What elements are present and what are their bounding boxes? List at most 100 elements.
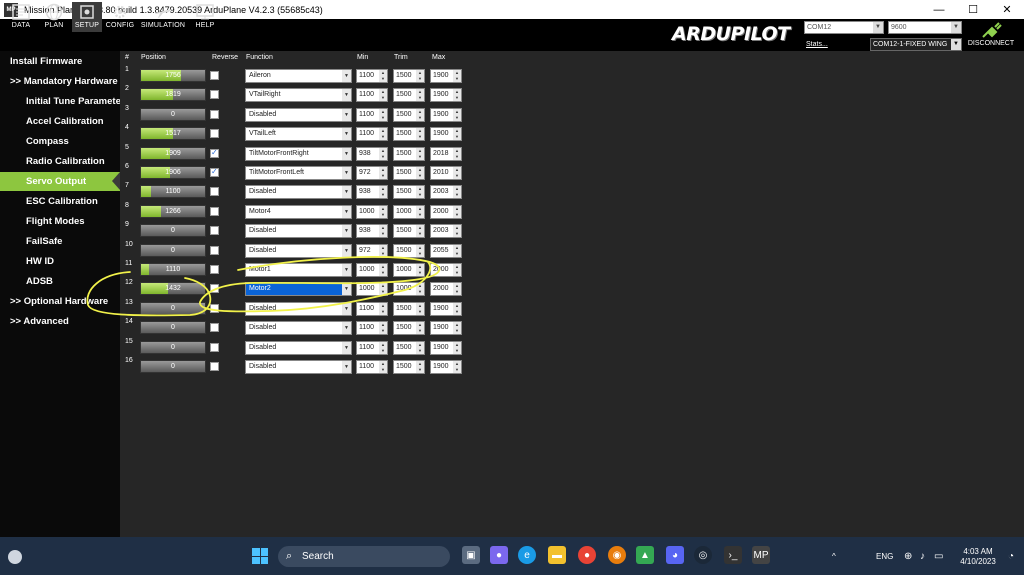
servo-min-input[interactable]: 938 ▲ ▼ — [356, 146, 388, 161]
mission-planner-icon[interactable]: MP — [752, 546, 770, 564]
sidebar-item-mandatory-hardware[interactable]: >> Mandatory Hardware — [0, 72, 120, 91]
spinner-icon[interactable]: ▲ ▼ — [379, 341, 387, 354]
servo-min-input[interactable]: 1100 ▲ ▼ — [356, 107, 388, 122]
sidebar-item-flight-modes[interactable]: Flight Modes — [0, 212, 120, 231]
toolbar-config-button[interactable]: CONFIG — [106, 2, 134, 32]
spinner-icon[interactable]: ▲ ▼ — [379, 167, 387, 179]
servo-reverse-checkbox[interactable] — [210, 148, 219, 158]
servo-trim-input[interactable]: 1000 ▲ ▼ — [393, 204, 425, 219]
servo-reverse-checkbox[interactable] — [210, 284, 219, 294]
servo-trim-input[interactable]: 1500 ▲ ▼ — [393, 88, 425, 103]
spinner-icon[interactable]: ▲ ▼ — [453, 341, 461, 354]
show-hidden-icons-icon[interactable]: ^ — [832, 552, 836, 561]
servo-reverse-checkbox[interactable] — [210, 303, 219, 313]
servo-max-input[interactable]: 2003 ▲ ▼ — [430, 185, 462, 200]
sidebar-item-install-firmware[interactable]: Install Firmware — [0, 52, 120, 71]
sidebar-item-failsafe[interactable]: FailSafe — [0, 232, 120, 251]
sidebar-item-servo-output[interactable]: Servo Output — [0, 172, 120, 191]
spinner-icon[interactable]: ▲ ▼ — [416, 244, 424, 257]
servo-function-select[interactable]: VTailLeft ▼ — [245, 127, 352, 142]
servo-max-input[interactable]: 2003 ▲ ▼ — [430, 224, 462, 239]
spinner-icon[interactable]: ▲ ▼ — [379, 322, 387, 335]
notification-icon[interactable]: ◔ — [1008, 551, 1014, 562]
sidebar-item-radio-calibration[interactable]: Radio Calibration — [0, 152, 120, 171]
spinner-icon[interactable]: ▲ ▼ — [453, 167, 461, 179]
servo-max-input[interactable]: 1900 ▲ ▼ — [430, 107, 462, 122]
spinner-icon[interactable]: ▲ ▼ — [453, 302, 461, 315]
spinner-icon[interactable]: ▲ ▼ — [453, 264, 461, 276]
chrome-icon[interactable]: ● — [578, 546, 596, 564]
spinner-icon[interactable]: ▲ ▼ — [453, 283, 461, 296]
spinner-icon[interactable]: ▲ ▼ — [416, 186, 424, 199]
servo-reverse-checkbox[interactable] — [210, 129, 219, 139]
spinner-icon[interactable]: ▲ ▼ — [453, 205, 461, 218]
servo-max-input[interactable]: 2018 ▲ ▼ — [430, 146, 462, 161]
maximize-button[interactable]: ☐ — [956, 0, 990, 19]
language-indicator[interactable]: ENG — [876, 552, 893, 561]
servo-function-select[interactable]: TiltMotorFrontLeft ▼ — [245, 166, 352, 180]
servo-reverse-checkbox[interactable] — [210, 245, 219, 255]
servo-min-input[interactable]: 1000 ▲ ▼ — [356, 282, 388, 297]
discord-icon[interactable]: ◕ — [666, 546, 684, 564]
spinner-icon[interactable]: ▲ ▼ — [453, 244, 461, 257]
windows-start-icon[interactable] — [252, 548, 268, 564]
toolbar-data-button[interactable]: DATA — [8, 2, 34, 32]
servo-max-input[interactable]: 1900 ▲ ▼ — [430, 69, 462, 83]
spinner-icon[interactable]: ▲ ▼ — [453, 128, 461, 141]
servo-trim-input[interactable]: 1500 ▲ ▼ — [393, 224, 425, 239]
servo-max-input[interactable]: 2000 ▲ ▼ — [430, 282, 462, 297]
toolbar-plan-button[interactable]: PLAN — [40, 2, 68, 32]
spinner-icon[interactable]: ▲ ▼ — [416, 70, 424, 82]
servo-max-input[interactable]: 1900 ▲ ▼ — [430, 88, 462, 103]
stats-link[interactable]: Stats... — [806, 41, 828, 48]
spinner-icon[interactable]: ▲ ▼ — [416, 341, 424, 354]
spinner-icon[interactable]: ▲ ▼ — [453, 361, 461, 373]
servo-reverse-checkbox[interactable] — [210, 265, 219, 274]
servo-reverse-checkbox[interactable] — [210, 323, 219, 333]
servo-trim-input[interactable]: 1000 ▲ ▼ — [393, 282, 425, 297]
spinner-icon[interactable]: ▲ ▼ — [379, 186, 387, 199]
spinner-icon[interactable]: ▲ ▼ — [416, 147, 424, 160]
servo-reverse-checkbox[interactable] — [210, 167, 219, 177]
drive-icon[interactable]: ▲ — [636, 546, 654, 564]
spinner-icon[interactable]: ▲ ▼ — [416, 361, 424, 373]
servo-min-input[interactable]: 1000 ▲ ▼ — [356, 263, 388, 277]
servo-min-input[interactable]: 938 ▲ ▼ — [356, 185, 388, 200]
spinner-icon[interactable]: ▲ ▼ — [379, 264, 387, 276]
servo-trim-input[interactable]: 1500 ▲ ▼ — [393, 340, 425, 355]
sidebar-item-advanced[interactable]: >> Advanced — [0, 312, 120, 331]
baud-select[interactable]: 9600 ▼ — [888, 21, 962, 34]
servo-reverse-checkbox[interactable] — [210, 226, 219, 236]
spinner-icon[interactable]: ▲ ▼ — [379, 89, 387, 102]
spinner-icon[interactable]: ▲ ▼ — [453, 322, 461, 335]
toolbar-setup-button[interactable]: SETUP — [72, 2, 102, 32]
spinner-icon[interactable]: ▲ ▼ — [453, 147, 461, 160]
minimize-button[interactable]: — — [922, 0, 956, 19]
servo-reverse-checkbox[interactable] — [210, 71, 219, 80]
servo-min-input[interactable]: 1100 ▲ ▼ — [356, 69, 388, 83]
spinner-icon[interactable]: ▲ ▼ — [453, 70, 461, 82]
servo-trim-input[interactable]: 1500 ▲ ▼ — [393, 360, 425, 374]
blender-icon[interactable]: ◉ — [608, 546, 626, 564]
spinner-icon[interactable]: ▲ ▼ — [379, 205, 387, 218]
edge-icon[interactable]: e — [518, 546, 536, 564]
weather-icon[interactable] — [8, 550, 22, 564]
servo-min-input[interactable]: 972 ▲ ▼ — [356, 243, 388, 258]
servo-trim-input[interactable]: 1500 ▲ ▼ — [393, 127, 425, 142]
servo-function-select[interactable]: Disabled ▼ — [245, 224, 352, 239]
chat-icon[interactable]: ● — [490, 546, 508, 564]
servo-min-input[interactable]: 1000 ▲ ▼ — [356, 204, 388, 219]
servo-reverse-checkbox[interactable] — [210, 342, 219, 352]
servo-trim-input[interactable]: 1500 ▲ ▼ — [393, 166, 425, 180]
spinner-icon[interactable]: ▲ ▼ — [379, 108, 387, 121]
servo-trim-input[interactable]: 1500 ▲ ▼ — [393, 243, 425, 258]
spinner-icon[interactable]: ▲ ▼ — [453, 89, 461, 102]
spinner-icon[interactable]: ▲ ▼ — [416, 89, 424, 102]
spinner-icon[interactable]: ▲ ▼ — [416, 167, 424, 179]
spinner-icon[interactable]: ▲ ▼ — [379, 147, 387, 160]
servo-trim-input[interactable]: 1500 ▲ ▼ — [393, 69, 425, 83]
servo-function-select[interactable]: TiltMotorFrontRight ▼ — [245, 146, 352, 161]
servo-trim-input[interactable]: 1000 ▲ ▼ — [393, 263, 425, 277]
spinner-icon[interactable]: ▲ ▼ — [416, 302, 424, 315]
servo-function-select[interactable]: Disabled ▼ — [245, 360, 352, 374]
